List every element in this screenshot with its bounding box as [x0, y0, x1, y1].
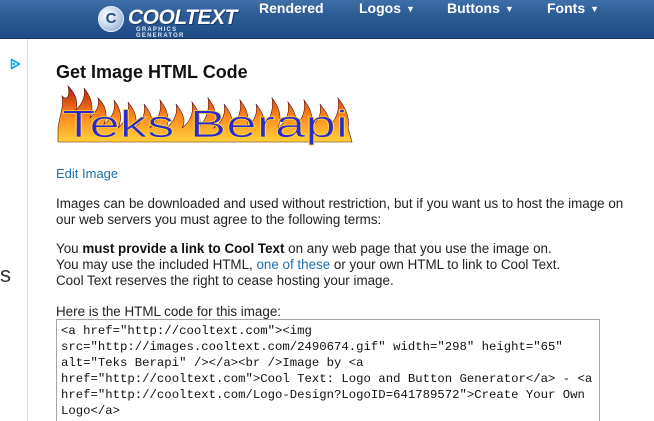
nav-rendered-label: Rendered — [259, 0, 324, 16]
term1-prefix: You — [56, 241, 83, 256]
terms-intro: Images can be downloaded and used withou… — [56, 196, 624, 227]
term-cease-hosting: Cool Text reserves the right to cease ho… — [56, 273, 394, 288]
term2-suffix: or your own HTML to link to Cool Text. — [330, 257, 561, 272]
rendered-image-caption: Teks Berapi — [62, 104, 348, 146]
page-title: Get Image HTML Code — [56, 62, 248, 82]
nav-logos-label: Logos — [359, 0, 401, 16]
edit-image-link[interactable]: Edit Image — [56, 166, 118, 181]
term2-prefix: You may use the included HTML, — [56, 257, 257, 272]
term-html-options: You may use the included HTML, one of th… — [56, 257, 646, 273]
logo-badge-icon: C — [98, 6, 124, 32]
nav-logos-menu[interactable]: Logos ▼ — [359, 0, 415, 38]
caret-down-icon: ▼ — [590, 4, 600, 14]
nav-fonts-label: Fonts — [547, 0, 586, 16]
rendered-fire-text-image: Teks Berapi — [57, 85, 353, 146]
one-of-these-link[interactable]: one of these — [256, 257, 330, 272]
nav-buttons-label: Buttons — [447, 0, 500, 16]
cooltext-logo[interactable]: C COOLTEXT GRAPHICS GENERATOR — [98, 5, 237, 39]
html-code-textarea[interactable]: <a href="http://cooltext.com"><img src="… — [56, 319, 600, 421]
logo-subtitle: GRAPHICS GENERATOR — [136, 27, 185, 39]
nav-fonts-menu[interactable]: Fonts ▼ — [547, 0, 599, 38]
caret-down-icon: ▼ — [504, 4, 514, 14]
term1-suffix: on any web page that you use the image o… — [284, 241, 552, 256]
term1-bold: must provide a link to Cool Text — [82, 241, 285, 256]
nav-rendered[interactable]: Rendered — [259, 0, 324, 38]
caret-down-icon: ▼ — [406, 4, 415, 14]
adchoices-icon[interactable] — [10, 58, 21, 70]
term-provide-link: You must provide a link to Cool Text on … — [56, 241, 646, 257]
sidebar-text-fragment: s — [0, 262, 11, 287]
nav-buttons-menu[interactable]: Buttons ▼ — [447, 0, 514, 38]
top-navigation-bar: C COOLTEXT GRAPHICS GENERATOR Rendered L… — [0, 0, 654, 39]
code-label: Here is the HTML code for this image: — [56, 304, 281, 319]
left-sidebar-ad — [0, 39, 28, 421]
